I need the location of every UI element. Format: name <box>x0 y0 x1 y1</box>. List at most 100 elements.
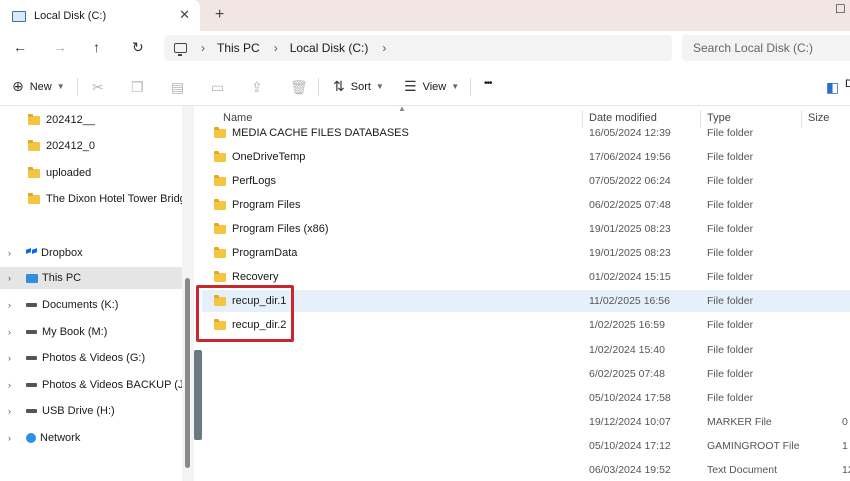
sidebar-item-label: 202412_0 <box>46 140 95 152</box>
chevron-right-icon[interactable]: › <box>382 41 386 55</box>
table-row[interactable]: Recovery 01/02/2024 15:15 File folder <box>202 266 850 288</box>
file-date: 1/02/2024 15:40 <box>589 344 665 356</box>
sidebar-item-label: My Book (M:) <box>42 326 108 338</box>
table-row[interactable]: ProgramData 19/01/2025 08:23 File folder <box>202 242 850 264</box>
table-row[interactable]: PerfLogs 07/05/2022 06:24 File folder <box>202 170 850 192</box>
table-row[interactable]: MEDIA CACHE FILES DATABASES 16/05/2024 1… <box>202 122 850 144</box>
chevron-down-icon: ▼ <box>56 82 65 91</box>
drive-icon <box>26 303 37 307</box>
sidebar-item-network[interactable]: › Network <box>0 427 182 449</box>
details-pane-icon[interactable]: ◧ <box>826 79 839 96</box>
table-row[interactable]: Program Files (x86) 19/01/2025 08:23 Fil… <box>202 218 850 240</box>
file-type: File folder <box>707 247 754 259</box>
sort-indicator-icon: ▲ <box>398 106 406 113</box>
file-type: Text Document <box>707 464 778 476</box>
drive-icon <box>26 330 37 334</box>
table-row[interactable]: 05/10/2024 17:58 File folder <box>202 387 850 409</box>
close-tab-icon[interactable]: ✕ <box>179 7 190 23</box>
file-name: PerfLogs <box>232 175 277 187</box>
delete-icon[interactable]: 🗑 <box>290 79 308 96</box>
sort-label: Sort <box>350 80 371 93</box>
new-button[interactable]: ⊕ New ▼ <box>12 78 65 95</box>
file-type: File folder <box>707 295 754 307</box>
chevron-right-icon[interactable]: › <box>8 327 11 337</box>
drive-icon <box>26 356 37 360</box>
folder-icon <box>214 198 226 210</box>
refresh-icon[interactable]: ↻ <box>132 39 144 55</box>
file-date: 05/10/2024 17:58 <box>589 392 671 404</box>
copy-icon[interactable]: ❐ <box>131 79 144 96</box>
table-row-highlighted[interactable]: recup_dir.1 11/02/2025 16:56 File folder <box>202 290 850 312</box>
chevron-right-icon[interactable]: › <box>8 300 11 310</box>
chevron-right-icon[interactable]: › <box>8 353 11 363</box>
rename-icon[interactable]: ▭ <box>211 79 224 96</box>
sidebar-item-folder[interactable]: 202412__ <box>0 109 182 131</box>
sidebar-item-dropbox[interactable]: › Dropbox <box>0 242 182 264</box>
sidebar-item-folder[interactable]: The Dixon Hotel Tower Bridge C <box>0 188 182 210</box>
sidebar-item-folder[interactable]: 202412_0 <box>0 135 182 157</box>
file-date: 1/02/2025 16:59 <box>589 319 665 331</box>
computer-icon <box>174 43 187 56</box>
table-row[interactable]: 1/02/2024 15:40 File folder <box>202 339 850 361</box>
sidebar-item-drive[interactable]: › Photos & Videos (G:) <box>0 347 182 369</box>
chevron-right-icon[interactable]: › <box>8 380 11 390</box>
forward-arrow-icon[interactable]: → <box>53 39 67 55</box>
file-size: 1 <box>842 440 848 452</box>
search-input[interactable]: Search Local Disk (C:) <box>682 35 850 61</box>
cut-icon[interactable]: ✂ <box>92 79 104 96</box>
sort-icon: ⇅ <box>333 78 345 94</box>
tab-local-disk[interactable]: Local Disk (C:) ✕ <box>0 0 200 31</box>
up-arrow-icon[interactable]: ↑ <box>93 39 100 55</box>
back-arrow-icon[interactable]: ← <box>13 39 27 55</box>
new-label: New <box>29 80 52 93</box>
file-type: File folder <box>707 271 754 283</box>
maximize-icon[interactable]: ☐ <box>835 2 846 16</box>
table-row[interactable]: Program Files 06/02/2025 07:48 File fold… <box>202 194 850 216</box>
details-label-fragment[interactable]: D <box>845 78 850 90</box>
sort-button[interactable]: ⇅ Sort ▼ <box>333 78 384 95</box>
file-name: ProgramData <box>232 247 298 259</box>
sidebar-item-drive[interactable]: › Documents (K:) <box>0 294 182 316</box>
title-bar: Local Disk (C:) ✕ + ☐ <box>0 0 850 31</box>
new-tab-button[interactable]: + <box>215 6 224 24</box>
table-row[interactable]: OneDriveTemp 17/06/2024 19:56 File folde… <box>202 146 850 168</box>
chevron-right-icon[interactable]: › <box>8 248 11 258</box>
table-row[interactable]: 19/12/2024 10:07 MARKER File 0 <box>202 411 850 433</box>
sidebar-item-drive[interactable]: › Photos & Videos BACKUP (J:) <box>0 374 182 396</box>
share-icon[interactable]: ⇪ <box>251 79 263 96</box>
folder-icon <box>214 270 226 282</box>
chevron-right-icon[interactable]: › <box>201 41 205 55</box>
sidebar-item-drive[interactable]: › My Book (M:) <box>0 321 182 343</box>
address-bar[interactable]: › This PC › Local Disk (C:) › <box>164 35 672 61</box>
folder-icon <box>214 246 226 258</box>
chevron-right-icon[interactable]: › <box>274 41 278 55</box>
breadcrumb-this-pc[interactable]: This PC <box>217 41 260 55</box>
table-row[interactable]: 06/03/2024 19:52 Text Document 12 <box>202 459 850 481</box>
table-row[interactable]: 6/02/2025 07:48 File folder <box>202 363 850 385</box>
file-type: File folder <box>707 223 754 235</box>
sidebar-item-folder[interactable]: uploaded <box>0 162 182 184</box>
sidebar-item-drive[interactable]: › USB Drive (H:) <box>0 400 182 422</box>
file-date: 19/01/2025 08:23 <box>589 247 671 259</box>
file-date: 16/05/2024 12:39 <box>589 127 671 139</box>
more-options-button[interactable]: ••• <box>484 78 492 89</box>
file-size: 0 <box>842 416 848 428</box>
table-row[interactable]: recup_dir.2 1/02/2025 16:59 File folder <box>202 314 850 336</box>
sidebar-scrollbar-thumb[interactable] <box>185 278 190 468</box>
chevron-right-icon[interactable]: › <box>8 406 11 416</box>
dropbox-icon <box>26 248 37 258</box>
folder-icon <box>214 222 226 234</box>
paste-icon[interactable]: ▤ <box>171 79 184 96</box>
table-row[interactable]: 05/10/2024 17:12 GAMINGROOT File 1 <box>202 435 850 457</box>
sidebar-item-this-pc[interactable]: › This PC <box>0 267 182 289</box>
divider <box>318 78 319 96</box>
divider <box>470 78 471 96</box>
view-button[interactable]: ☰ View ▼ <box>404 78 459 95</box>
chevron-right-icon[interactable]: › <box>8 433 11 443</box>
breadcrumb-local-disk[interactable]: Local Disk (C:) <box>290 41 369 55</box>
file-type: File folder <box>707 175 754 187</box>
sidebar-item-label: Documents (K:) <box>42 299 119 311</box>
pane-splitter[interactable] <box>194 350 202 440</box>
sidebar-item-label: Network <box>40 432 81 444</box>
chevron-right-icon[interactable]: › <box>8 273 11 283</box>
